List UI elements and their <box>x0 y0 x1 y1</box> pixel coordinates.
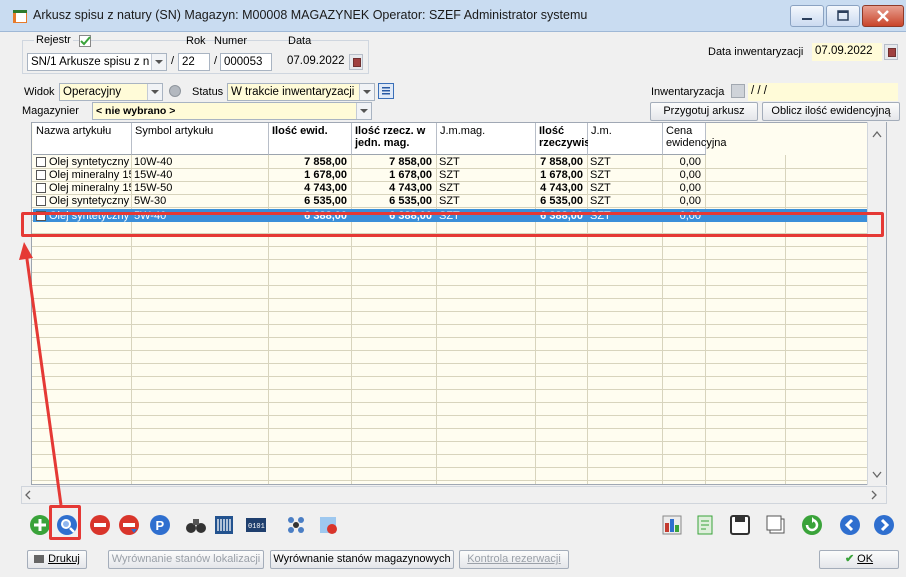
inventory-sheet-window: Arkusz spisu z natury (SN) Magazyn: M000… <box>0 0 906 577</box>
annotation-arrow <box>19 242 63 506</box>
